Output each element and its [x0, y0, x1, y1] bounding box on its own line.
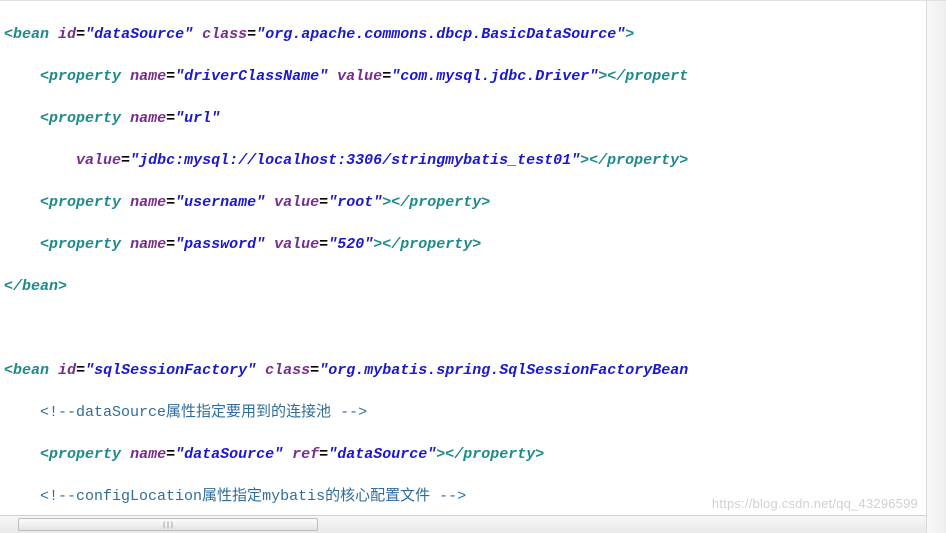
scrollbar-thumb[interactable]: [18, 518, 318, 531]
code-editor[interactable]: <bean id="dataSource" class="org.apache.…: [0, 1, 926, 515]
vertical-scrollbar-gutter: [926, 1, 946, 533]
editor-viewport: <bean id="dataSource" class="org.apache.…: [0, 0, 946, 533]
watermark-text: https://blog.csdn.net/qq_43296599: [712, 496, 918, 511]
horizontal-scrollbar[interactable]: [0, 515, 926, 533]
